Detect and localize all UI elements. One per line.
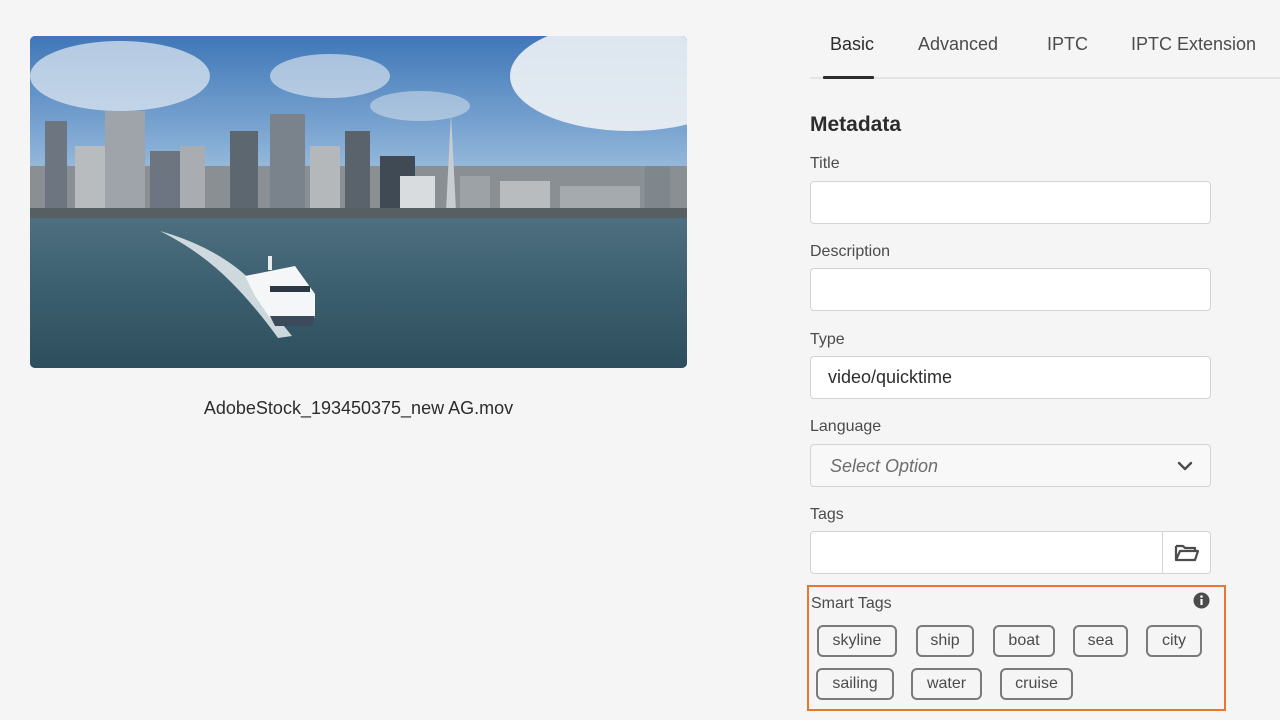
tab-iptc[interactable]: IPTC <box>1047 34 1088 55</box>
metadata-heading: Metadata <box>810 113 902 136</box>
tags-browse-button[interactable] <box>1162 531 1211 574</box>
chevron-down-icon <box>1177 461 1193 471</box>
smart-tags-label: Smart Tags <box>811 595 892 612</box>
smart-tag-chip[interactable]: sea <box>1073 625 1128 657</box>
title-input[interactable] <box>810 181 1211 224</box>
tab-iptc-extension[interactable]: IPTC Extension <box>1131 34 1256 55</box>
smart-tag-chip[interactable]: cruise <box>1000 668 1073 700</box>
asset-preview-image <box>30 36 687 368</box>
description-label: Description <box>810 243 891 260</box>
language-label: Language <box>810 418 882 435</box>
tab-advanced[interactable]: Advanced <box>918 34 998 55</box>
active-tab-indicator <box>823 76 874 79</box>
smart-tag-chip[interactable]: city <box>1146 625 1202 657</box>
smart-tag-chip[interactable]: water <box>911 668 982 700</box>
tags-input[interactable] <box>810 531 1163 574</box>
preview-illustration <box>30 36 687 368</box>
tags-label: Tags <box>810 506 844 523</box>
title-label: Title <box>810 155 840 172</box>
smart-tag-chip[interactable]: sailing <box>816 668 894 700</box>
asset-properties-page: AdobeStock_193450375_new AG.mov Basic Ad… <box>0 0 1280 720</box>
folder-open-icon <box>1174 544 1199 561</box>
type-label: Type <box>810 331 845 348</box>
smart-tag-chip[interactable]: skyline <box>817 625 897 657</box>
smart-tag-chip[interactable]: ship <box>916 625 974 657</box>
description-input[interactable] <box>810 268 1211 311</box>
tab-basic[interactable]: Basic <box>830 34 874 55</box>
asset-filename: AdobeStock_193450375_new AG.mov <box>203 398 514 418</box>
info-icon[interactable] <box>1193 592 1210 609</box>
type-input[interactable] <box>810 356 1211 399</box>
language-select[interactable]: Select Option <box>810 444 1211 487</box>
smart-tag-chip[interactable]: boat <box>993 625 1055 657</box>
language-select-value: Select Option <box>830 456 939 476</box>
